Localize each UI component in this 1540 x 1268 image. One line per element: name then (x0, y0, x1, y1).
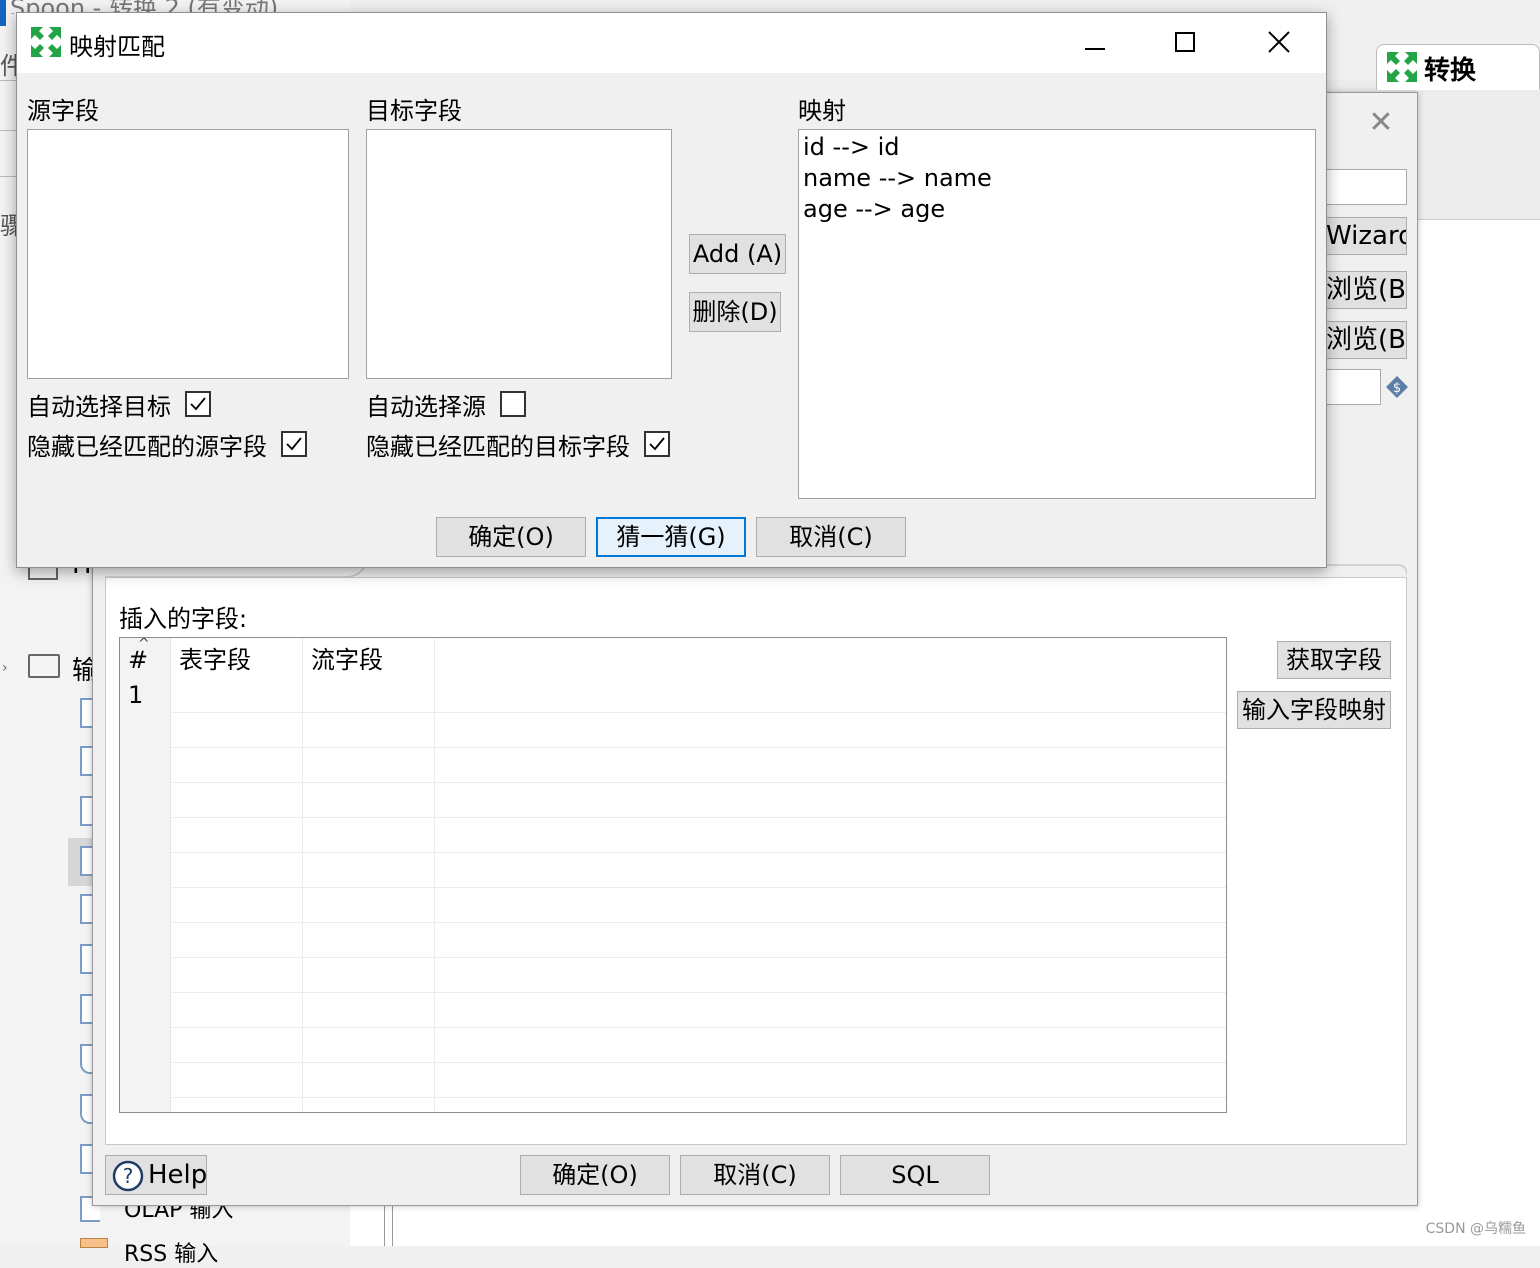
hide-matched-source-row[interactable]: 隐藏已经匹配的源字段 (27, 427, 307, 461)
target-table-input[interactable] (1325, 369, 1381, 405)
table-row (120, 783, 1226, 818)
auto-select-target-label: 自动选择目标 (27, 392, 171, 421)
get-fields-button[interactable]: 获取字段 (1277, 641, 1391, 679)
checkmark-icon (286, 437, 302, 451)
hide-matched-target-checkbox[interactable] (644, 431, 670, 457)
watermark: CSDN @乌糯鱼 (1425, 1221, 1526, 1237)
source-fields-label: 源字段 (27, 97, 99, 125)
checkmark-icon (649, 437, 665, 451)
table-row (120, 888, 1226, 923)
mapping-label: 映射 (798, 97, 846, 125)
toolbar-divider (0, 80, 16, 81)
close-icon[interactable]: ✕ (1359, 105, 1403, 141)
fields-label: 插入的字段: (119, 605, 248, 633)
sql-button[interactable]: SQL (840, 1155, 990, 1195)
mapping-icon (31, 27, 61, 57)
checkmark-icon (190, 397, 206, 411)
spoon-canvas (1418, 220, 1540, 1246)
hide-matched-target-row[interactable]: 隐藏已经匹配的目标字段 (366, 427, 670, 461)
mapping-item[interactable]: name --> name (803, 163, 1311, 194)
table-row (120, 853, 1226, 888)
mapping-list[interactable]: id --> id name --> name age --> age (798, 129, 1316, 499)
stream-field-cell[interactable] (303, 678, 434, 713)
table-row (120, 993, 1226, 1028)
hide-matched-source-label: 隐藏已经匹配的源字段 (27, 432, 267, 461)
collapse-icon[interactable]: › (2, 660, 8, 676)
svg-text:$: $ (1393, 381, 1401, 396)
transformation-icon (1387, 52, 1417, 82)
table-field-cell[interactable] (171, 678, 302, 713)
close-icon[interactable] (1249, 21, 1309, 65)
browse-button[interactable]: 浏览(B)... (1325, 271, 1407, 309)
column-header-stream-field[interactable]: 流字段 (303, 638, 434, 678)
mapping-item[interactable]: id --> id (803, 132, 1311, 163)
maximize-icon[interactable] (1155, 21, 1215, 65)
mapping-item[interactable]: age --> age (803, 194, 1311, 225)
guess-button[interactable]: 猜一猜(G) (596, 517, 746, 557)
help-button[interactable]: ? Help (105, 1155, 207, 1195)
hide-matched-target-label: 隐藏已经匹配的目标字段 (366, 432, 630, 461)
auto-select-source-row[interactable]: 自动选择源 (366, 387, 526, 421)
panel-divider (384, 1200, 385, 1246)
hide-matched-source-checkbox[interactable] (281, 431, 307, 457)
table-row (120, 958, 1226, 993)
target-fields-list[interactable] (366, 129, 672, 379)
table-row (120, 923, 1226, 958)
auto-select-target-row[interactable]: 自动选择目标 (27, 387, 211, 421)
step-name-input[interactable] (1325, 169, 1407, 205)
auto-select-source-label: 自动选择源 (366, 392, 486, 421)
panel-divider (392, 1200, 393, 1246)
minimize-icon[interactable] (1065, 21, 1125, 65)
auto-select-target-checkbox[interactable] (185, 391, 211, 417)
delete-mapping-button[interactable]: 删除(D) (689, 292, 781, 332)
source-fields-list[interactable] (27, 129, 349, 379)
cancel-button[interactable]: 取消(C) (756, 517, 906, 557)
ok-button[interactable]: 确定(O) (436, 517, 586, 557)
ok-button[interactable]: 确定(O) (520, 1155, 670, 1195)
transformation-tab-label: 转换 (1424, 56, 1477, 86)
mapping-dialog: 映射匹配 源字段 目标字段 映射 id --> id name --> name… (16, 12, 1327, 568)
table-row (120, 1063, 1226, 1098)
table-row (120, 713, 1226, 748)
table-row[interactable]: 1 (120, 678, 1226, 713)
dialog-titlebar[interactable] (17, 13, 1326, 73)
target-fields-label: 目标字段 (366, 97, 462, 125)
dialog-title: 映射匹配 (69, 33, 165, 61)
browse-button[interactable]: 浏览(B)... (1325, 321, 1407, 359)
cancel-button[interactable]: 取消(C) (680, 1155, 830, 1195)
toolbar-divider (0, 176, 16, 177)
svg-text:?: ? (123, 1164, 134, 1188)
sort-ascending-icon: ^ (138, 637, 150, 652)
fields-table[interactable]: # ^ 表字段 流字段 1 (119, 637, 1227, 1113)
variable-icon[interactable]: $ (1385, 375, 1409, 399)
add-mapping-button[interactable]: Add (A) (689, 234, 786, 274)
table-row (120, 748, 1226, 783)
rss-input-icon (80, 1238, 108, 1248)
table-row (120, 1098, 1226, 1112)
table-row (120, 818, 1226, 853)
table-row (120, 1028, 1226, 1063)
help-icon: ? (112, 1160, 144, 1192)
wizard-button[interactable]: Wizard... (1325, 217, 1407, 255)
toolbar-divider (0, 130, 16, 131)
folder-icon (28, 654, 60, 678)
row-number: 1 (120, 678, 170, 713)
help-label: Help (148, 1160, 208, 1190)
column-header-table-field[interactable]: 表字段 (171, 638, 302, 678)
auto-select-source-checkbox[interactable] (500, 391, 526, 417)
tree-item-rss-input[interactable]: RSS 输入 (124, 1236, 218, 1268)
input-field-mapping-button[interactable]: 输入字段映射 (1237, 691, 1391, 729)
spoon-canvas-area (350, 1200, 1540, 1246)
